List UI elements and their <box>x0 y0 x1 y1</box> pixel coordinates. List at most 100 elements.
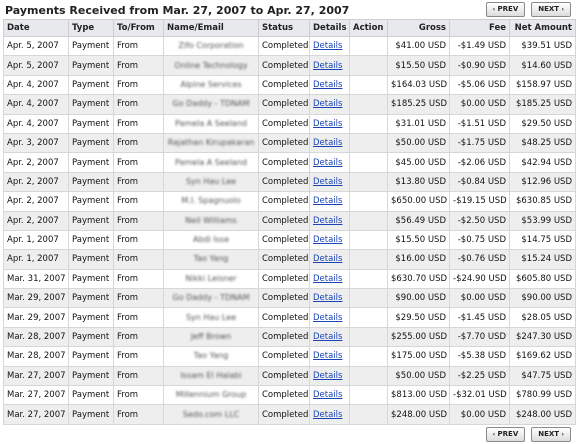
name-email-value: M.I. Spagnuolo <box>181 196 241 206</box>
details-link[interactable]: Details <box>313 254 342 264</box>
name-email-value: Syn Hau Lee <box>185 176 237 186</box>
cell-details: Details <box>309 346 350 367</box>
col-type[interactable]: Type <box>68 19 114 37</box>
cell-status: Completed <box>258 94 310 115</box>
cell-type: Payment <box>68 35 114 57</box>
name-email-value: Sedo.com LLC <box>182 409 240 419</box>
cell-fee: $0.00 USD <box>449 404 510 425</box>
cell-net-amount: $47.75 USD <box>509 365 576 387</box>
cell-net-amount: $169.62 USD <box>509 346 576 367</box>
col-name-email[interactable]: Name/Email <box>163 19 259 37</box>
next-button[interactable]: NEXT › <box>531 2 571 17</box>
cell-type: Payment <box>68 307 114 328</box>
cell-name-email: Go Daddy - TDNAM <box>163 288 259 309</box>
cell-action <box>349 404 388 425</box>
cell-details: Details <box>309 171 350 193</box>
cell-gross: $41.00 USD <box>387 35 450 57</box>
details-link[interactable]: Details <box>313 41 342 51</box>
details-link[interactable]: Details <box>313 138 342 148</box>
cell-tofrom: From <box>113 365 164 387</box>
col-gross[interactable]: Gross <box>387 19 450 37</box>
cell-status: Completed <box>258 55 310 76</box>
cell-name-email: M.I. Spagnuolo <box>163 191 259 212</box>
details-link[interactable]: Details <box>313 216 342 226</box>
cell-name-email: Pamela A Seeland <box>163 113 259 134</box>
cell-status: Completed <box>258 210 310 231</box>
cell-net-amount: $90.00 USD <box>509 288 576 309</box>
cell-net-amount: $53.99 USD <box>509 210 576 231</box>
cell-fee: $0.00 USD <box>449 288 510 309</box>
cell-gross: $45.00 USD <box>387 152 450 173</box>
prev-label: PREV <box>497 430 519 438</box>
details-link[interactable]: Details <box>313 371 342 381</box>
cell-tofrom: From <box>113 191 164 212</box>
col-net-amount[interactable]: Net Amount <box>509 19 576 37</box>
table-header-row: Date Type To/From Name/Email Status Deta… <box>3 19 576 37</box>
col-tofrom[interactable]: To/From <box>113 19 164 37</box>
col-fee[interactable]: Fee <box>449 19 510 37</box>
cell-fee: -$2.06 USD <box>449 152 510 173</box>
cell-type: Payment <box>68 94 114 115</box>
cell-name-email: Pamela A Seeland <box>163 152 259 173</box>
page-header: Payments Received from Mar. 27, 2007 to … <box>0 0 577 20</box>
chevron-right-icon: › <box>561 6 564 13</box>
table-row: Apr. 4, 2007 Payment From Pamela A Seeland C… <box>3 113 576 134</box>
cell-type: Payment <box>68 326 114 348</box>
cell-net-amount: $15.24 USD <box>509 249 576 270</box>
cell-name-email: Zifo Corporation <box>163 35 259 57</box>
prev-button-bottom[interactable]: ‹ PREV <box>485 427 526 442</box>
details-link[interactable]: Details <box>313 80 342 90</box>
cell-tofrom: From <box>113 210 164 231</box>
cell-action <box>349 132 388 154</box>
cell-type: Payment <box>68 229 114 251</box>
cell-gross: $164.03 USD <box>387 74 450 96</box>
cell-fee: -$0.84 USD <box>449 171 510 193</box>
cell-status: Completed <box>258 288 310 309</box>
details-link[interactable]: Details <box>313 274 342 284</box>
cell-tofrom: From <box>113 385 164 406</box>
name-email-value: Pamela A Seeland <box>175 118 247 128</box>
cell-details: Details <box>309 210 350 231</box>
cell-fee: -$7.70 USD <box>449 326 510 348</box>
details-link[interactable]: Details <box>313 390 342 400</box>
cell-date: Apr. 1, 2007 <box>3 249 69 270</box>
name-email-value: Go Daddy - TDNAM <box>172 293 250 303</box>
cell-gross: $813.00 USD <box>387 385 450 406</box>
table-row: Mar. 27, 2007 Payment From Sedo.com LLC Comp… <box>3 404 576 425</box>
table-row: Mar. 28, 2007 Payment From Tao Yang Complete… <box>3 346 576 367</box>
col-details: Details <box>309 19 350 37</box>
col-status[interactable]: Status <box>258 19 310 37</box>
details-link[interactable]: Details <box>313 119 342 129</box>
prev-button[interactable]: ‹ PREV <box>485 2 526 17</box>
cell-type: Payment <box>68 152 114 173</box>
col-date[interactable]: Date <box>3 19 69 37</box>
details-link[interactable]: Details <box>313 99 342 109</box>
cell-status: Completed <box>258 385 310 406</box>
details-link[interactable]: Details <box>313 61 342 71</box>
cell-gross: $185.25 USD <box>387 94 450 115</box>
next-button-bottom[interactable]: NEXT › <box>531 427 571 442</box>
details-link[interactable]: Details <box>313 332 342 342</box>
details-link[interactable]: Details <box>313 235 342 245</box>
details-link[interactable]: Details <box>313 177 342 187</box>
details-link[interactable]: Details <box>313 196 342 206</box>
cell-details: Details <box>309 152 350 173</box>
cell-details: Details <box>309 326 350 348</box>
cell-status: Completed <box>258 307 310 328</box>
name-email-value: Online Technology <box>174 60 248 70</box>
cell-status: Completed <box>258 268 310 290</box>
details-link[interactable]: Details <box>313 293 342 303</box>
details-link[interactable]: Details <box>313 313 342 323</box>
name-email-value: Issam El Halabi <box>180 370 242 380</box>
table-row: Mar. 31, 2007 Payment From Nikki Leisner Com… <box>3 268 576 290</box>
table-row: Apr. 3, 2007 Payment From Rajathan Kirupaka… <box>3 132 576 154</box>
cell-action <box>349 35 388 57</box>
details-link[interactable]: Details <box>313 351 342 361</box>
cell-status: Completed <box>258 365 310 387</box>
cell-gross: $31.01 USD <box>387 113 450 134</box>
cell-details: Details <box>309 307 350 328</box>
details-link[interactable]: Details <box>313 158 342 168</box>
details-link[interactable]: Details <box>313 410 342 420</box>
table-row: Mar. 29, 2007 Payment From Go Daddy - TDNAM… <box>3 288 576 309</box>
cell-fee: -$1.45 USD <box>449 307 510 328</box>
